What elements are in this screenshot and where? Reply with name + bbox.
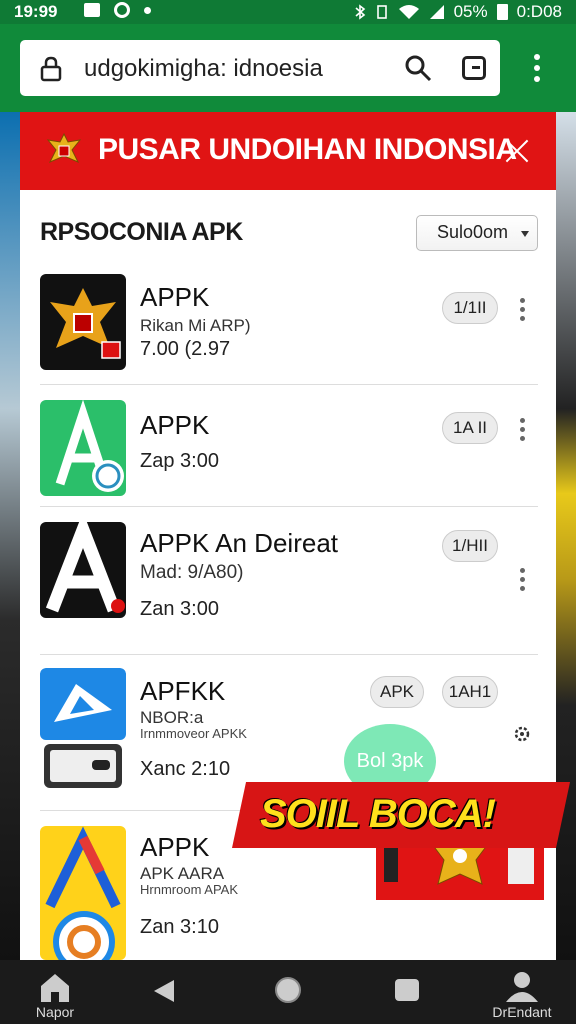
letter-a-icon bbox=[55, 400, 124, 492]
status-clock: 0:D08 bbox=[516, 2, 562, 21]
home-circle-icon[interactable] bbox=[274, 976, 302, 1004]
nav-profile[interactable]: DrEndant bbox=[482, 960, 562, 1024]
app-meta: Zan 3:00 bbox=[140, 598, 219, 620]
search-icon[interactable] bbox=[404, 54, 432, 82]
app-subtitle: Mad: 9/A80) bbox=[140, 562, 244, 583]
sync-icon bbox=[114, 2, 130, 18]
dot-icon bbox=[144, 6, 151, 14]
row-divider bbox=[40, 384, 538, 385]
vibrate-icon bbox=[376, 5, 387, 19]
profile-icon bbox=[506, 972, 538, 1002]
background-left bbox=[0, 112, 20, 960]
battery-icon bbox=[496, 4, 508, 20]
version-pill[interactable]: 1/HII bbox=[442, 530, 498, 562]
dialog-header: PUSAR UNDOIHAN INDONSIA bbox=[20, 112, 556, 190]
sort-dropdown[interactable]: Sulo0om bbox=[416, 215, 538, 251]
app-icon-apk-green[interactable] bbox=[40, 400, 126, 496]
bluetooth-icon bbox=[355, 4, 365, 20]
signal-icon bbox=[429, 5, 444, 19]
app-icon-apk-blue[interactable] bbox=[40, 668, 126, 792]
more-options-icon[interactable] bbox=[520, 568, 526, 592]
lock-icon bbox=[40, 56, 62, 82]
letter-a-icon bbox=[45, 826, 121, 960]
app-title[interactable]: APPK bbox=[140, 410, 209, 441]
app-subtitle-2: Hrnmroom APAK bbox=[140, 882, 239, 897]
overflow-menu-icon[interactable] bbox=[534, 54, 542, 84]
arrow-app-icon bbox=[40, 668, 126, 788]
nav-profile-label: DrEndant bbox=[492, 1004, 552, 1020]
app-meta: Zan 3:10 bbox=[140, 916, 219, 938]
back-icon[interactable] bbox=[152, 978, 176, 1004]
url-bar[interactable]: udgokimigha: idnoesia bbox=[20, 40, 500, 96]
more-options-icon[interactable] bbox=[520, 418, 526, 442]
version-pill[interactable]: 1/1II bbox=[442, 292, 498, 324]
app-subtitle: APK AARA bbox=[140, 864, 225, 883]
app-subtitle-2: Irnmmoveor APKK bbox=[140, 726, 247, 741]
browser-toolbar: udgokimigha: idnoesia bbox=[0, 24, 576, 112]
notification-icon bbox=[84, 3, 100, 17]
recents-icon[interactable] bbox=[394, 978, 420, 1002]
app-title[interactable]: APFKK bbox=[140, 676, 225, 707]
tabs-icon[interactable] bbox=[462, 56, 486, 80]
promo-text[interactable]: SOIIL BOCA! bbox=[260, 792, 496, 837]
more-options-icon[interactable] bbox=[520, 298, 526, 322]
close-icon[interactable] bbox=[504, 138, 530, 164]
app-subtitle: Rikan Mi ARP) bbox=[140, 316, 251, 335]
app-title[interactable]: APPK bbox=[140, 832, 209, 863]
row-divider bbox=[40, 506, 538, 507]
letter-a-icon bbox=[45, 522, 125, 613]
section-title: RPSOCONIA APK bbox=[40, 218, 243, 246]
url-text[interactable]: udgokimigha: idnoesia bbox=[84, 55, 323, 83]
app-meta: 7.00 (2.97 bbox=[140, 338, 231, 360]
garuda-icon bbox=[50, 288, 121, 359]
apk-pill[interactable]: APK bbox=[370, 676, 424, 708]
settings-icon[interactable] bbox=[512, 724, 532, 744]
row-divider bbox=[40, 654, 538, 655]
version-pill[interactable]: 1A II bbox=[442, 412, 498, 444]
app-title[interactable]: APPK bbox=[140, 282, 209, 313]
chevron-down-icon bbox=[521, 231, 529, 237]
status-time: 19:99 bbox=[14, 2, 58, 21]
sort-value: Sulo0om bbox=[437, 222, 509, 242]
app-subtitle: NBOR:a bbox=[140, 708, 204, 727]
garuda-emblem-icon bbox=[46, 132, 82, 163]
version-pill[interactable]: 1AH1 bbox=[442, 676, 498, 708]
navigation-bar: Napor DrEndant bbox=[0, 960, 576, 1024]
wifi-icon bbox=[398, 5, 419, 19]
app-icon-apk-black[interactable] bbox=[40, 522, 126, 618]
app-meta: Xanc 2:10 bbox=[140, 758, 231, 780]
status-bar: 19:99 05% 0:D08 bbox=[0, 0, 576, 24]
nav-home-label: Napor bbox=[35, 1004, 75, 1020]
app-title[interactable]: APPK An Deireat bbox=[140, 528, 338, 559]
app-meta: Zap 3:00 bbox=[140, 450, 219, 472]
battery-percent: 05% bbox=[453, 2, 488, 21]
app-icon-garuda[interactable] bbox=[40, 274, 126, 370]
app-icon-apk-yellow[interactable] bbox=[40, 826, 126, 960]
dialog-title: PUSAR UNDOIHAN INDONSIA bbox=[98, 133, 517, 166]
home-icon bbox=[41, 974, 69, 1002]
nav-home[interactable]: Napor bbox=[20, 960, 90, 1024]
